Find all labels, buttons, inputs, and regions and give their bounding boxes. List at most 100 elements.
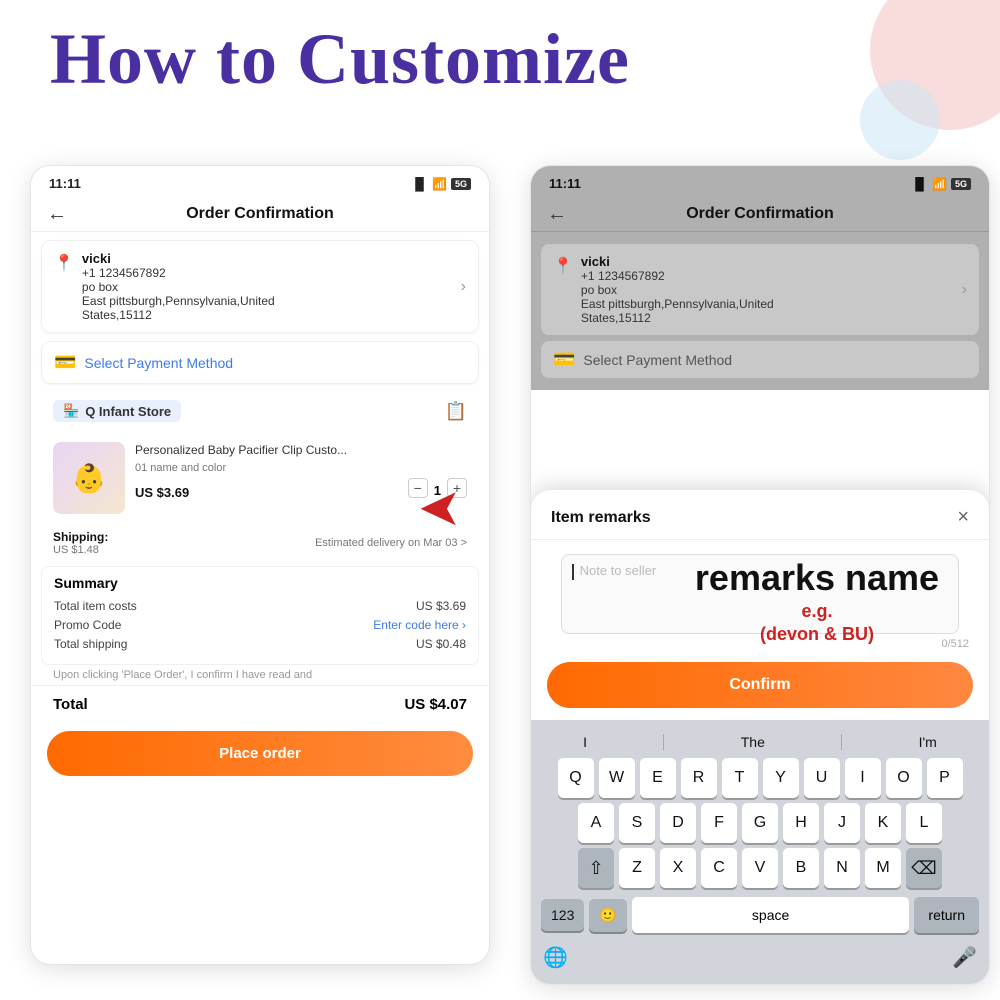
kb-return-key[interactable]: return — [914, 897, 979, 933]
address-line2-right: East pittsburgh,Pennsylvania,United — [581, 297, 954, 311]
remarks-body-container: Note to seller remarks name e.g. (devon … — [531, 540, 989, 650]
kb-key-Q[interactable]: Q — [558, 758, 594, 798]
summary-label-0: Total item costs — [54, 599, 137, 613]
summary-label-2: Total shipping — [54, 637, 127, 651]
address-card-right[interactable]: 📍 vicki +1 1234567892 po box East pittsb… — [541, 244, 979, 335]
kb-key-T[interactable]: T — [722, 758, 758, 798]
payment-icon-left: 💳 — [54, 352, 76, 373]
total-label-left: Total — [53, 696, 88, 713]
address-card-left[interactable]: 📍 vicki +1 1234567892 po box East pittsb… — [41, 240, 479, 333]
kb-extra-row: 🌐 🎤 — [535, 941, 985, 980]
kb-key-S[interactable]: S — [619, 803, 655, 843]
kb-key-G[interactable]: G — [742, 803, 778, 843]
kb-emoji-key[interactable]: 🙂 — [589, 899, 626, 932]
kb-key-I[interactable]: I — [845, 758, 881, 798]
signal-icon-left: ▐▌ — [411, 177, 428, 191]
red-arrow: ➤ — [418, 478, 462, 538]
summary-row-1[interactable]: Promo Code Enter code here › — [54, 618, 466, 632]
shipping-row-left: Shipping: US $1.48 Estimated delivery on… — [41, 526, 479, 560]
kb-key-J[interactable]: J — [824, 803, 860, 843]
address-content-right: vicki +1 1234567892 po box East pittsbur… — [581, 254, 954, 325]
kb-key-H[interactable]: H — [783, 803, 819, 843]
remarks-counter: 0/512 — [551, 638, 969, 650]
status-time-right: 11:11 — [549, 176, 581, 191]
address-phone-left: +1 1234567892 — [82, 266, 453, 280]
summary-section-left: Summary Total item costs US $3.69 Promo … — [41, 566, 479, 665]
kb-backspace-key[interactable]: ⌫ — [906, 848, 942, 888]
textarea-placeholder: Note to seller — [580, 563, 657, 578]
payment-row-right[interactable]: 💳 Select Payment Method — [541, 341, 979, 378]
bg-circle-mid-right — [860, 80, 940, 160]
kb-key-N[interactable]: N — [824, 848, 860, 888]
confirm-button[interactable]: Confirm — [547, 662, 973, 708]
note-icon-left[interactable]: 📋 — [445, 401, 467, 422]
kb-key-B[interactable]: B — [783, 848, 819, 888]
address-line3-left: States,15112 — [82, 308, 453, 322]
address-chevron-left: › — [461, 278, 466, 296]
address-line3-right: States,15112 — [581, 311, 954, 325]
remarks-close-button[interactable]: × — [957, 506, 969, 529]
kb-key-M[interactable]: M — [865, 848, 901, 888]
total-amount-left: US $4.07 — [404, 696, 467, 713]
kb-key-D[interactable]: D — [660, 803, 696, 843]
kb-mic-key[interactable]: 🎤 — [952, 945, 977, 970]
kb-key-K[interactable]: K — [865, 803, 901, 843]
kb-suggestion-2[interactable]: I'm — [919, 734, 937, 750]
payment-row-left[interactable]: 💳 Select Payment Method — [41, 341, 479, 384]
disclaimer-left: Upon clicking 'Place Order', I confirm I… — [53, 669, 467, 681]
total-bar-left: Total US $4.07 — [31, 685, 489, 723]
kb-key-E[interactable]: E — [640, 758, 676, 798]
kb-row-0: Q W E R T Y U I O P — [535, 758, 985, 798]
summary-row-2: Total shipping US $0.48 — [54, 637, 466, 651]
store-icon-left: 🏪 — [63, 403, 79, 419]
summary-title-left: Summary — [54, 575, 466, 591]
shipping-label-left: Shipping: — [53, 530, 108, 544]
address-row-right: 📍 vicki +1 1234567892 po box East pittsb… — [553, 254, 967, 325]
store-header-left: 🏪 Q Infant Store 📋 — [41, 392, 479, 430]
remarks-annotation-overlay: remarks name e.g. (devon & BU) — [682, 560, 952, 647]
summary-value-0: US $3.69 — [416, 599, 466, 613]
summary-value-2: US $0.48 — [416, 637, 466, 651]
app-header-left: ← Order Confirmation — [31, 197, 489, 232]
kb-globe-key[interactable]: 🌐 — [543, 945, 568, 970]
back-arrow-left[interactable]: ← — [47, 203, 67, 226]
address-row-left: 📍 vicki +1 1234567892 po box East pittsb… — [54, 251, 466, 322]
kb-key-A[interactable]: A — [578, 803, 614, 843]
kb-key-P[interactable]: P — [927, 758, 963, 798]
kb-suggestion-0[interactable]: I — [583, 734, 587, 750]
kb-space-key[interactable]: space — [632, 897, 910, 933]
kb-key-V[interactable]: V — [742, 848, 778, 888]
kb-key-L[interactable]: L — [906, 803, 942, 843]
remarks-eg-label: e.g. — [801, 601, 832, 621]
shipping-delivery-left: Estimated delivery on Mar 03 > — [315, 537, 467, 549]
remarks-textarea[interactable]: Note to seller remarks name e.g. (devon … — [561, 554, 959, 634]
back-arrow-right[interactable]: ← — [547, 203, 567, 226]
product-image-left: 👶 — [53, 442, 125, 514]
kb-key-X[interactable]: X — [660, 848, 696, 888]
store-name-left: Q Infant Store — [85, 404, 171, 419]
battery-icon-right: 5G — [951, 178, 971, 190]
kb-key-Z[interactable]: Z — [619, 848, 655, 888]
kb-suggestion-1[interactable]: The — [741, 734, 765, 750]
kb-key-C[interactable]: C — [701, 848, 737, 888]
address-line1-left: po box — [82, 280, 453, 294]
shipping-cost-left: US $1.48 — [53, 544, 108, 556]
address-phone-right: +1 1234567892 — [581, 269, 954, 283]
kb-123-key[interactable]: 123 — [541, 899, 584, 931]
kb-key-R[interactable]: R — [681, 758, 717, 798]
payment-label-left: Select Payment Method — [84, 355, 233, 371]
kb-key-Y[interactable]: Y — [763, 758, 799, 798]
shipping-left: Shipping: US $1.48 — [53, 530, 108, 556]
remarks-title: Item remarks — [551, 509, 651, 527]
kb-divider-1 — [841, 734, 842, 750]
kb-key-F[interactable]: F — [701, 803, 737, 843]
product-row-left: 👶 Personalized Baby Pacifier Clip Custo.… — [41, 434, 479, 522]
payment-icon-right: 💳 — [553, 349, 575, 370]
text-cursor — [572, 564, 574, 580]
kb-row-2: ⇧ Z X C V B N M ⌫ — [535, 848, 985, 888]
kb-key-W[interactable]: W — [599, 758, 635, 798]
kb-key-U[interactable]: U — [804, 758, 840, 798]
kb-shift-key[interactable]: ⇧ — [578, 848, 614, 888]
kb-key-O[interactable]: O — [886, 758, 922, 798]
place-order-button[interactable]: Place order — [47, 731, 473, 776]
